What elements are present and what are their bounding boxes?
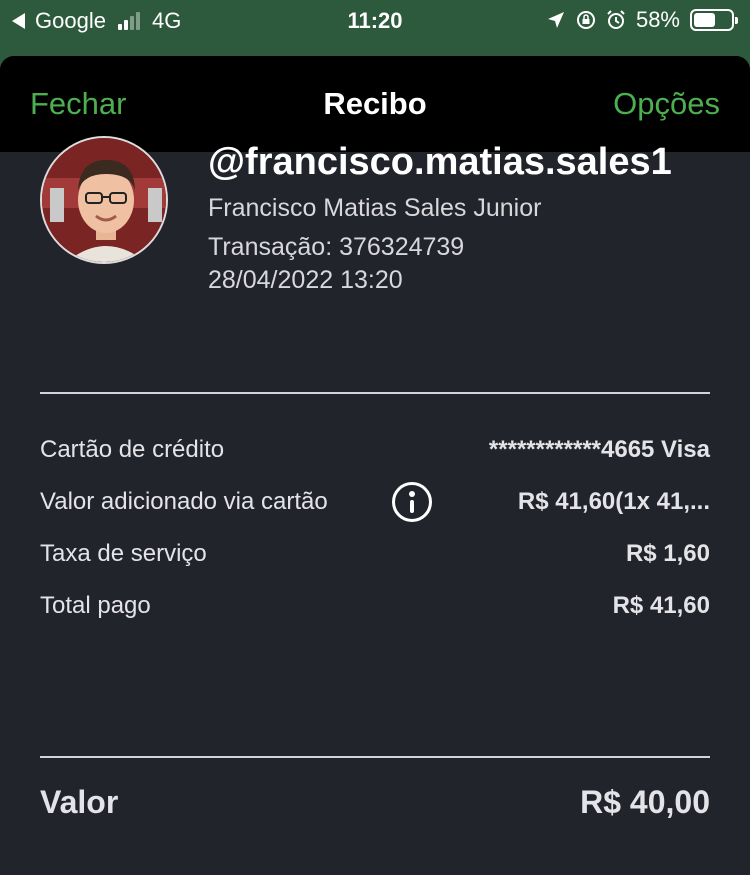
total-label: Valor <box>40 784 119 820</box>
avatar-photo <box>42 138 166 262</box>
detail-value: R$ 1,60 <box>625 540 710 567</box>
detail-label: Valor adicionado via cartão <box>40 488 328 515</box>
detail-label: Cartão de crédito <box>40 436 225 463</box>
info-icon[interactable] <box>392 482 432 522</box>
receipt-sheet: Fechar Recibo Opções @francisco.matias.s… <box>0 56 750 875</box>
battery-icon <box>690 9 738 31</box>
alarm-icon <box>607 10 625 29</box>
detail-row-service-fee: Taxa de serviço R$ 1,60 <box>40 528 710 580</box>
orientation-lock-icon <box>576 11 595 29</box>
detail-row-card-amount: Valor adicionado via cartão R$ 41,60(1x … <box>40 476 710 528</box>
total-row: Valor R$ 40,00 <box>40 784 710 821</box>
transaction-datetime: 28/04/2022 13:20 <box>208 266 403 294</box>
divider-top <box>40 392 710 394</box>
detail-label: Total pago <box>40 592 151 619</box>
recipient-info: @francisco.matias.sales1 Francisco Matia… <box>208 136 672 295</box>
detail-label: Taxa de serviço <box>40 540 207 567</box>
detail-row-card: Cartão de crédito ************4665 Visa <box>40 424 710 476</box>
detail-value: R$ 41,60(1x 41,... <box>517 488 710 515</box>
username: @francisco.matias.sales1 <box>208 141 672 183</box>
transaction-id: Transação: 376324739 <box>208 233 465 261</box>
close-button[interactable]: Fechar <box>30 86 126 122</box>
full-name: Francisco Matias Sales Junior <box>208 194 542 222</box>
battery-level <box>694 13 715 27</box>
options-button[interactable]: Opções <box>613 86 720 122</box>
battery-percent: 58% <box>635 7 680 32</box>
location-arrow-icon <box>547 12 564 28</box>
total-value: R$ 40,00 <box>580 784 710 820</box>
status-bar: Google 4G 11:20 58% <box>0 0 750 42</box>
status-icons: 58% <box>546 7 738 33</box>
divider-bottom <box>40 756 710 758</box>
recipient-profile: @francisco.matias.sales1 Francisco Matia… <box>40 136 710 306</box>
payment-details: Cartão de crédito ************4665 Visa … <box>40 424 710 632</box>
detail-row-total-paid: Total pago R$ 41,60 <box>40 580 710 632</box>
detail-value: ************4665 Visa <box>488 436 710 463</box>
avatar <box>40 136 168 264</box>
detail-value: R$ 41,60 <box>612 592 710 619</box>
